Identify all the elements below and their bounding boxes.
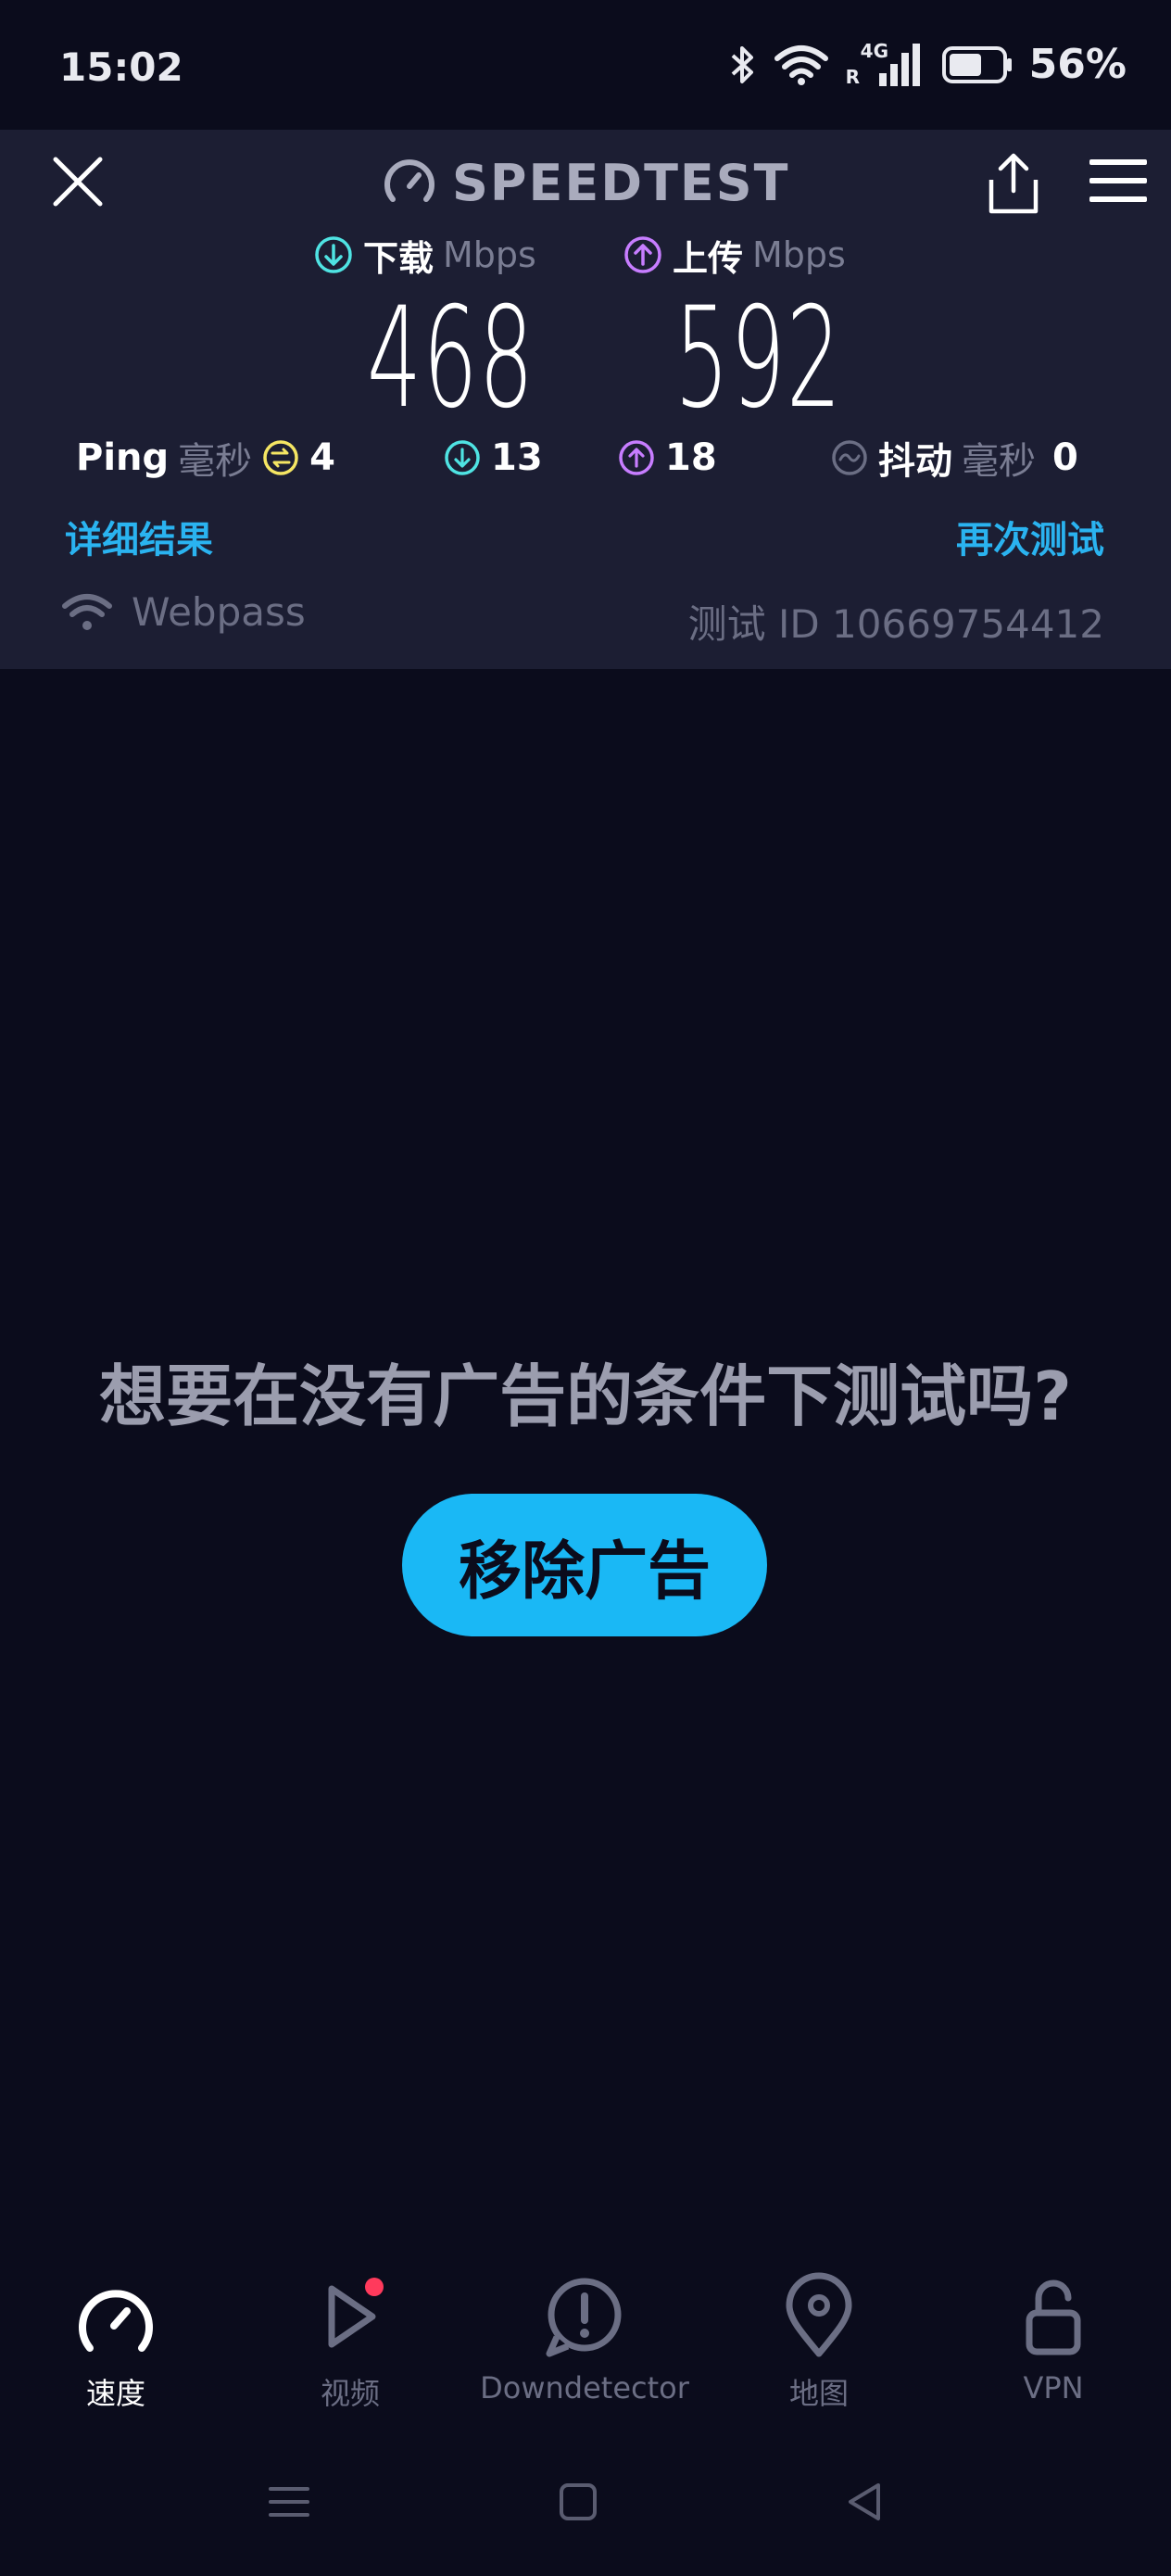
remove-ads-button[interactable]: 移除广告: [402, 1494, 767, 1636]
cellular-signal-icon: R 4G: [845, 40, 925, 88]
upload-header: 上传 Mbps: [623, 232, 846, 279]
nav-map[interactable]: 地图: [703, 2272, 935, 2413]
download-arrow-icon: [315, 236, 352, 273]
roaming-label: R: [845, 65, 861, 88]
nav-map-label: 地图: [788, 2376, 849, 2411]
battery-icon: [941, 45, 1012, 83]
provider-name: Webpass: [132, 589, 306, 635]
upload-latency-icon: [619, 440, 654, 475]
upload-label: 上传: [673, 237, 744, 279]
upload-unit: Mbps: [752, 234, 846, 275]
detailed-results-link[interactable]: 详细结果: [65, 510, 213, 563]
play-icon: [304, 2272, 397, 2361]
nav-video-label: 视频: [320, 2376, 380, 2411]
retest-link[interactable]: 再次测试: [956, 510, 1104, 563]
speedometer-icon: [384, 159, 434, 202]
upload-arrow-icon: [624, 236, 661, 273]
nav-speed[interactable]: 速度: [0, 2272, 232, 2413]
unlock-icon: [1026, 2279, 1081, 2355]
notification-badge: [365, 2278, 384, 2296]
nav-speed-label: 速度: [85, 2376, 145, 2411]
download-speed-value: 468: [367, 278, 535, 439]
brand-name: SPEEDTEST: [452, 153, 790, 212]
download-latency-value: 13: [491, 436, 543, 479]
battery-percent: 56%: [1028, 41, 1127, 88]
map-pin-icon: [786, 2272, 852, 2357]
share-icon[interactable]: [984, 150, 1043, 215]
home-icon[interactable]: [550, 2474, 606, 2530]
nav-vpn-label: VPN: [1023, 2370, 1084, 2406]
ping-unit: 毫秒: [178, 440, 253, 483]
speedometer-icon: [79, 2290, 153, 2352]
recents-icon[interactable]: [261, 2474, 317, 2530]
ping-group: Ping 毫秒 4: [76, 434, 335, 483]
wifi-icon: [774, 44, 828, 85]
close-icon[interactable]: [50, 154, 106, 209]
nav-downdetector-label: Downdetector: [480, 2370, 689, 2406]
download-header: 下载 Mbps: [313, 232, 536, 279]
status-icons: R 4G 56%: [729, 40, 1127, 88]
bluetooth-icon: [731, 45, 753, 83]
alert-icon: [546, 2278, 622, 2357]
nav-video[interactable]: 视频: [234, 2272, 466, 2413]
jitter-label: 抖动: [878, 440, 952, 483]
ping-icon: [263, 440, 298, 475]
wifi-icon: [62, 593, 112, 630]
status-time: 15:02: [59, 44, 183, 90]
download-label: 下载: [363, 237, 434, 279]
upload-speed-value: 592: [674, 278, 843, 439]
download-latency-icon: [445, 440, 480, 475]
provider: Webpass: [61, 589, 306, 635]
download-unit: Mbps: [443, 234, 536, 275]
nav-downdetector[interactable]: Downdetector: [469, 2272, 700, 2406]
jitter-value: 0: [1052, 436, 1078, 479]
ping-label: Ping: [76, 436, 170, 479]
ad-free-prompt: 想要在没有广告的条件下测试吗?: [99, 1357, 1072, 1435]
brand-logo: SPEEDTEST: [382, 148, 790, 217]
nav-vpn[interactable]: VPN: [938, 2272, 1169, 2406]
jitter-group: 抖动 毫秒 0: [830, 434, 1078, 483]
menu-icon[interactable]: [1088, 158, 1149, 204]
upload-latency: 18: [617, 434, 717, 482]
back-icon[interactable]: [837, 2474, 893, 2530]
jitter-icon: [832, 440, 867, 475]
upload-latency-value: 18: [665, 436, 717, 479]
download-latency: 13: [443, 434, 543, 482]
jitter-unit: 毫秒: [962, 440, 1036, 483]
test-id: 测试 ID 10669754412: [687, 601, 1104, 647]
ping-value: 4: [309, 436, 335, 479]
